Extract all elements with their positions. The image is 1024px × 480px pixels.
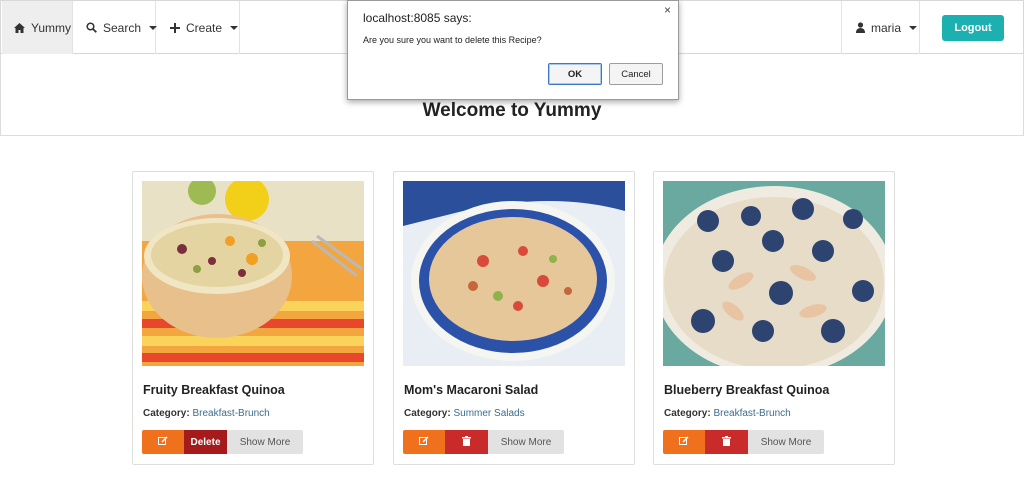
delete-button[interactable] [445,430,488,454]
category-label: Category: [664,408,711,419]
delete-button[interactable]: Delete [184,430,227,454]
delete-button[interactable] [705,430,748,454]
logout-button[interactable]: Logout [942,15,1004,41]
recipe-category: Category: Breakfast-Brunch [664,408,791,419]
recipe-name[interactable]: Blueberry Breakfast Quinoa [664,383,829,397]
trash-icon [722,435,731,449]
edit-button[interactable] [403,430,445,454]
recipe-name[interactable]: Fruity Breakfast Quinoa [143,383,285,397]
nav-search-label: Search [103,20,142,35]
nav-user-dropdown[interactable]: maria [841,1,920,54]
nav-search-dropdown[interactable]: Search [73,1,158,54]
recipe-card: Mom's Macaroni Salad Category: Summer Sa… [393,171,635,465]
show-more-button[interactable]: Show More [748,430,824,454]
recipe-card: Fruity Breakfast Quinoa Category: Breakf… [132,171,374,465]
nav-home-label: Yummy [31,20,72,35]
category-value[interactable]: Breakfast-Brunch [713,408,790,419]
user-icon [856,22,865,33]
ok-button[interactable]: OK [548,63,602,85]
recipe-card: Blueberry Breakfast Quinoa Category: Bre… [653,171,895,465]
edit-icon [679,435,689,449]
home-icon [14,22,25,33]
confirm-dialog: localhost:8085 says: × Are you sure you … [347,0,679,100]
dialog-title: localhost:8085 says: [363,11,472,25]
recipe-category: Category: Summer Salads [404,408,525,419]
category-value[interactable]: Summer Salads [453,408,524,419]
close-icon[interactable]: × [664,3,671,17]
page-title: Welcome to Yummy [422,100,602,121]
nav-create-label: Create [186,20,223,35]
recipe-photo-blueberry-quinoa[interactable] [663,181,885,366]
nav-user-label: maria [871,20,902,35]
chevron-down-icon [909,25,918,30]
recipe-name[interactable]: Mom's Macaroni Salad [404,383,538,397]
edit-icon [419,435,429,449]
category-label: Category: [143,408,190,419]
trash-icon [462,435,471,449]
dialog-message: Are you sure you want to delete this Rec… [363,35,542,45]
edit-icon [158,435,168,449]
category-label: Category: [404,408,451,419]
edit-button[interactable] [663,430,705,454]
recipe-photo-quinoa-bowl[interactable] [142,181,364,366]
show-more-button[interactable]: Show More [227,430,303,454]
nav-create-dropdown[interactable]: Create [156,1,240,54]
recipe-category: Category: Breakfast-Brunch [143,408,270,419]
category-value[interactable]: Breakfast-Brunch [192,408,269,419]
cancel-button[interactable]: Cancel [609,63,663,85]
recipe-photo-macaroni-salad[interactable] [403,181,625,366]
edit-button[interactable] [142,430,184,454]
plus-icon [170,22,180,33]
search-icon [86,22,97,33]
nav-home[interactable]: Yummy [2,1,73,54]
show-more-button[interactable]: Show More [488,430,564,454]
chevron-down-icon [230,25,239,30]
